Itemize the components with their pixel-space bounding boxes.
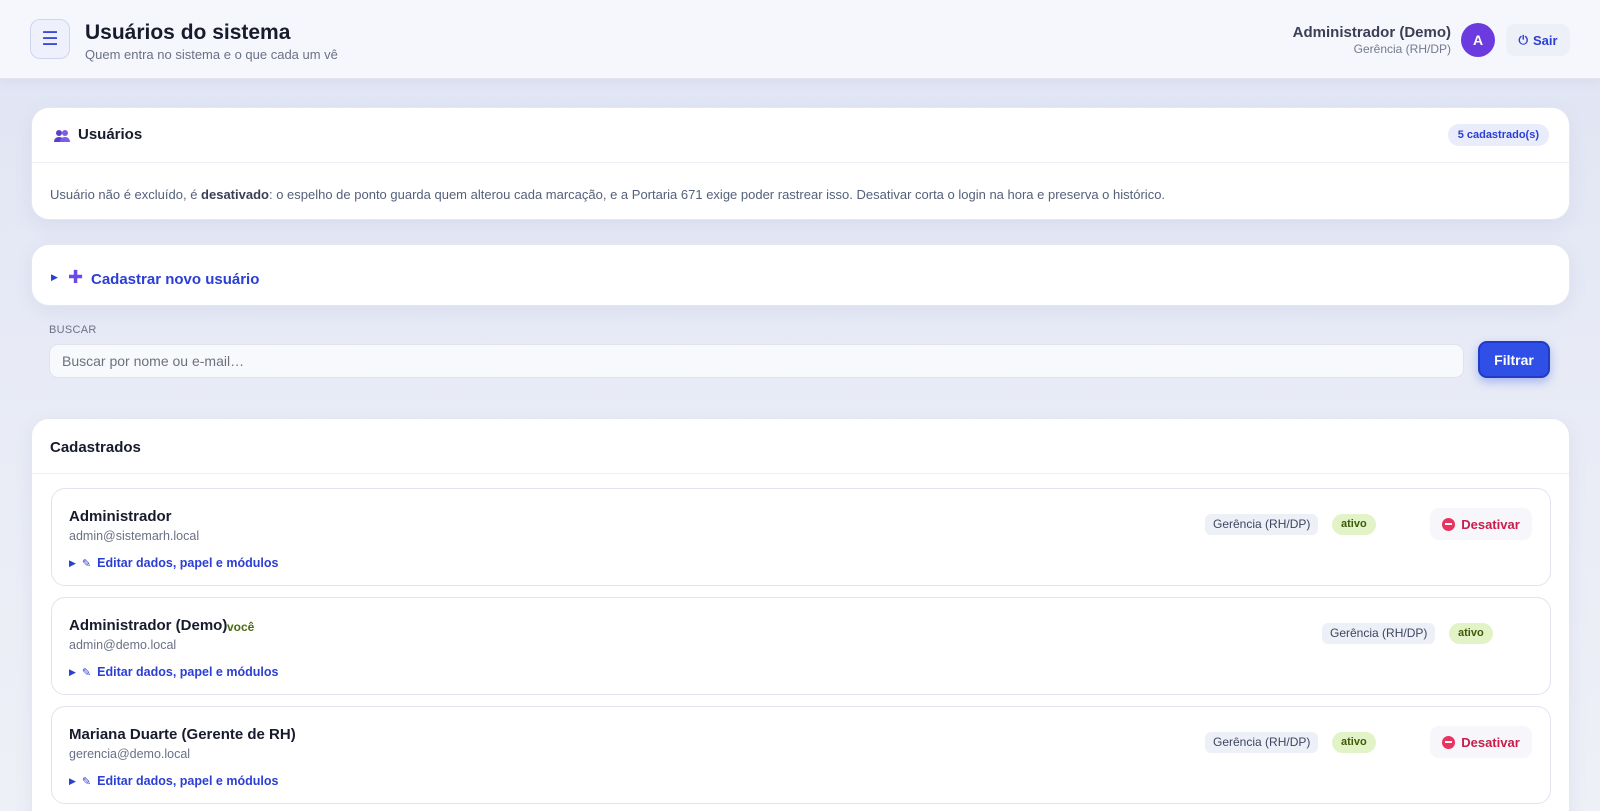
edit-user-label: Editar dados, papel e módulos <box>97 774 279 788</box>
logout-button[interactable]: ⏻ Sair <box>1506 24 1570 56</box>
pencil-icon: ✎ <box>81 666 92 679</box>
status-badge: ativo <box>1332 514 1376 535</box>
count-badge: 5 cadastrado(s) <box>1447 124 1549 146</box>
user-row: Administrador admin@sistemarh.local ▶ ✎ … <box>51 488 1551 586</box>
page-subtitle: Quem entra no sistema e o que cada um vê <box>85 47 338 62</box>
new-user-toggle[interactable]: ▶ ✚ Cadastrar novo usuário <box>31 244 1570 306</box>
status-badge: ativo <box>1449 623 1493 644</box>
role-badge: Gerência (RH/DP) <box>1322 623 1436 644</box>
hamburger-icon: ☰ <box>41 28 59 50</box>
deactivate-label: Desativar <box>1461 516 1520 532</box>
user-row: Mariana Duarte (Gerente de RH) gerencia@… <box>51 706 1551 804</box>
user-name: Administrador (Demo) <box>69 617 228 634</box>
edit-user-toggle[interactable]: ▶ ✎ Editar dados, papel e módulos <box>69 556 278 570</box>
role-badge: Gerência (RH/DP) <box>1205 514 1319 535</box>
menu-button[interactable]: ☰ <box>30 19 70 59</box>
search-label: BUSCAR <box>49 324 97 336</box>
info-text-suffix: : o espelho de ponto guarda quem alterou… <box>268 187 1166 202</box>
registered-users-header: Cadastrados <box>32 419 1569 474</box>
power-icon: ⏻ <box>1518 32 1528 47</box>
user-row: Administrador (Demo) você admin@demo.loc… <box>51 597 1551 695</box>
user-name: Administrador <box>69 508 172 525</box>
avatar[interactable]: A <box>1461 23 1495 57</box>
edit-user-label: Editar dados, papel e módulos <box>97 556 279 570</box>
user-name: Mariana Duarte (Gerente de RH) <box>69 726 296 743</box>
edit-user-label: Editar dados, papel e módulos <box>97 665 279 679</box>
info-text-bold: desativado <box>201 187 269 202</box>
pencil-icon: ✎ <box>81 775 92 788</box>
info-text-prefix: Usuário não é excluído, é <box>50 187 202 202</box>
current-user-role: Gerência (RH/DP) <box>1353 42 1451 56</box>
user-email: gerencia@demo.local <box>69 747 191 761</box>
info-text: Usuário não é excluído, é desativado: o … <box>50 187 1165 202</box>
deactivate-button[interactable]: Desativar <box>1430 508 1532 540</box>
pencil-icon: ✎ <box>81 557 92 570</box>
status-badge: ativo <box>1332 732 1376 753</box>
registered-users-title: Cadastrados <box>50 439 141 456</box>
deactivate-button[interactable]: Desativar <box>1430 726 1532 758</box>
expand-triangle-icon: ▶ <box>51 272 58 282</box>
you-badge: você <box>227 620 255 634</box>
role-badge: Gerência (RH/DP) <box>1205 732 1319 753</box>
filter-button[interactable]: Filtrar <box>1478 341 1550 378</box>
users-card: Usuários 5 cadastrado(s) Usuário não é e… <box>31 107 1570 220</box>
user-email: admin@demo.local <box>69 638 177 652</box>
expand-triangle-icon: ▶ <box>69 557 76 568</box>
deactivate-label: Desativar <box>1461 734 1520 750</box>
users-card-header: Usuários 5 cadastrado(s) <box>32 108 1569 163</box>
page-title: Usuários do sistema <box>85 21 291 44</box>
minus-circle-icon <box>1442 517 1456 531</box>
search-input[interactable] <box>49 344 1464 378</box>
current-user-name: Administrador (Demo) <box>1292 24 1451 41</box>
expand-triangle-icon: ▶ <box>69 666 76 677</box>
registered-users-card: Cadastrados Administrador admin@sistemar… <box>31 418 1570 811</box>
plus-icon: ✚ <box>68 267 84 287</box>
edit-user-toggle[interactable]: ▶ ✎ Editar dados, papel e módulos <box>69 665 278 679</box>
top-bar: ☰ Usuários do sistema Quem entra no sist… <box>0 0 1600 79</box>
minus-circle-icon <box>1442 735 1456 749</box>
users-icon <box>54 129 70 146</box>
logout-label: Sair <box>1532 32 1558 48</box>
edit-user-toggle[interactable]: ▶ ✎ Editar dados, papel e módulos <box>69 774 278 788</box>
user-email: admin@sistemarh.local <box>69 529 200 543</box>
users-card-title: Usuários <box>78 126 143 143</box>
expand-triangle-icon: ▶ <box>69 775 76 786</box>
new-user-label: Cadastrar novo usuário <box>91 271 260 288</box>
